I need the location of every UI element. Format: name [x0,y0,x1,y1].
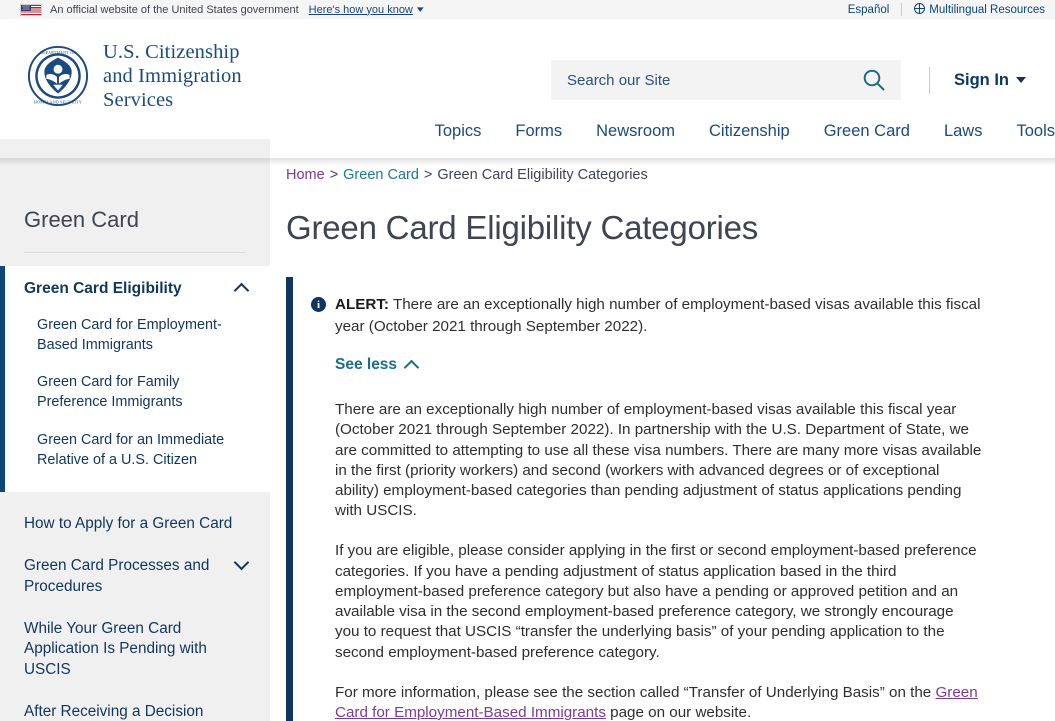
alert-banner: i ALERT: There are an exceptionally high… [286,277,1010,721]
globe-icon [914,2,926,15]
espanol-link[interactable]: Español [848,4,890,16]
government-banner-text: An official website of the United States… [50,3,299,16]
alert-summary-text: ALERT: There are an exceptionally high n… [335,294,990,337]
alert-paragraph-2: If you are eligible, please consider app… [335,542,977,661]
page-body: Green Card Green Card Eligibility Green … [0,139,1055,721]
caret-down-icon [1016,77,1026,83]
heres-how-you-know-link[interactable]: Here's how you know [309,4,413,16]
breadcrumb-home[interactable]: Home [286,167,325,183]
brand-line-3: Services [103,89,174,112]
alert-summary-body: There are an exceptionally high number o… [335,296,981,335]
search-button[interactable] [859,67,889,93]
sidebar-subitem-immediate-relative[interactable]: Green Card for an Immediate Relative of … [5,430,270,470]
chevron-down-icon[interactable] [235,556,250,571]
brand-line-1: U.S. Citizenship [103,41,240,63]
sidebar-item-label: While Your Green Card Application Is Pen… [24,619,207,678]
site-search[interactable] [551,60,901,100]
sidebar: Green Card Green Card Eligibility Green … [0,139,270,721]
government-banner: An official website of the United States… [0,0,1055,19]
svg-text:HOMELAND SECURITY: HOMELAND SECURITY [34,100,82,105]
sidebar-subitem-employment-based[interactable]: Green Card for Employment-Based Immigran… [5,315,270,355]
divider [929,66,930,94]
sidebar-divider [24,252,246,253]
site-title: U.S. Citizenship and Immigration Service… [103,40,242,113]
sidebar-section-label: Green Card Eligibility [24,280,182,297]
multilingual-resources-link[interactable]: Multilingual Resources [914,2,1045,16]
breadcrumb-separator: > [329,167,339,183]
see-less-toggle[interactable]: See less [335,356,419,374]
sidebar-item-label: How to Apply for a Green Card [24,514,233,532]
sidebar-menu: How to Apply for a Green Card Green Card… [0,514,270,721]
chevron-up-icon [405,358,419,372]
main-navigation: Topics Forms Newsroom Citizenship Green … [435,100,1055,141]
sidebar-item-label: After Receiving a Decision [24,703,204,720]
page-title: Green Card Eligibility Categories [286,209,759,246]
sidebar-item-after-receiving-decision[interactable]: After Receiving a Decision [0,702,270,721]
chevron-up-icon[interactable] [235,282,250,297]
info-circle-icon: i [311,297,326,312]
alert-paragraph-3-pre: For more information, please see the sec… [335,683,936,701]
see-less-label: See less [335,356,398,374]
sidebar-item-label: Green Card Processes and Procedures [24,557,210,595]
sidebar-item-how-to-apply[interactable]: How to Apply for a Green Card [0,514,270,534]
main-content: Home > Green Card > Green Card Eligibility C… [270,139,1055,721]
sign-in-label: Sign In [954,70,1009,89]
alert-paragraph-3: For more information, please see the sec… [335,683,982,721]
breadcrumb: Home > Green Card > Green Card Eligibility C… [270,139,1030,183]
sidebar-item-processes-and-procedures[interactable]: Green Card Processes and Procedures [0,556,270,597]
sidebar-section-green-card-eligibility: Green Card Eligibility Green Card for Em… [0,266,270,492]
alert-paragraph-3-post: page on our website. [605,704,752,721]
alert-paragraph-1: There are an exceptionally high number o… [335,401,982,520]
divider [901,3,903,16]
alert-label: ALERT: [335,296,389,313]
brand-line-2: and Immigration [103,65,242,88]
breadcrumb-separator: > [423,167,433,183]
sidebar-subitem-family-preference[interactable]: Green Card for Family Preference Immigra… [5,372,270,412]
site-header: DEPARTMENT OF HOMELAND SECURITY U.S. Cit… [0,19,1055,166]
search-icon [863,69,885,91]
sidebar-item-while-application-pending[interactable]: While Your Green Card Application Is Pen… [0,619,270,680]
breadcrumb-green-card[interactable]: Green Card [343,167,419,183]
chevron-down-icon[interactable]: ▾ [417,4,424,15]
us-flag-icon [20,3,42,16]
sidebar-item-green-card-eligibility[interactable]: Green Card Eligibility [5,280,270,298]
multilingual-resources-label: Multilingual Resources [929,4,1045,16]
site-logo[interactable]: DEPARTMENT OF HOMELAND SECURITY U.S. Cit… [0,19,242,113]
sidebar-title: Green Card [24,207,139,232]
alert-expanded-body: There are an exceptionally high number o… [335,400,990,721]
breadcrumb-current: Green Card Eligibility Categories [437,167,648,183]
svg-text:DEPARTMENT OF: DEPARTMENT OF [40,50,76,55]
sign-in-button[interactable]: Sign In [954,71,1026,90]
alert-summary: i ALERT: There are an exceptionally high… [311,294,990,337]
dhs-seal-icon: DEPARTMENT OF HOMELAND SECURITY [27,46,89,107]
search-input[interactable] [565,70,859,90]
